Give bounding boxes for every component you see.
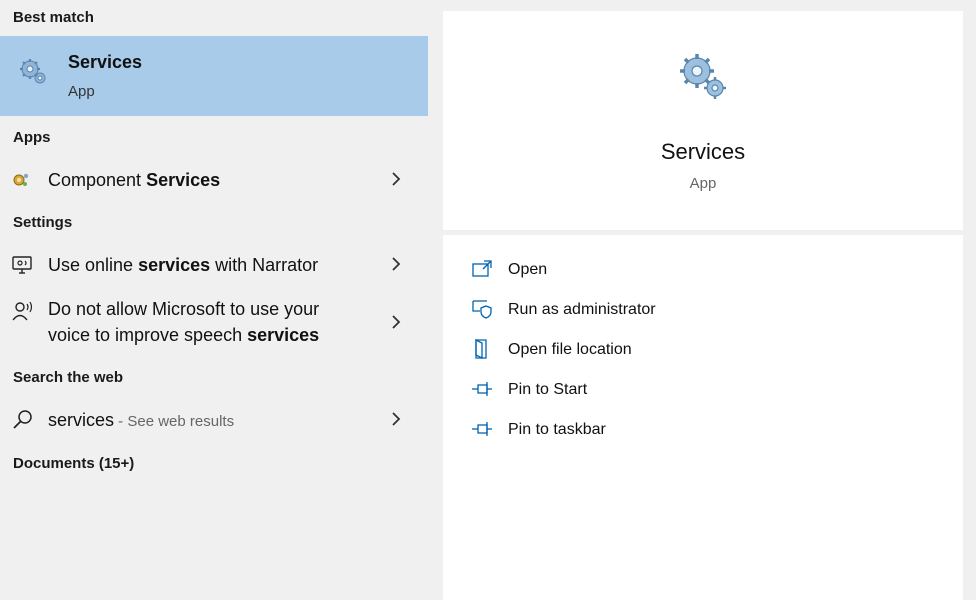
action-pin-to-start[interactable]: Pin to Start	[471, 375, 951, 405]
best-match-item[interactable]: Services App	[0, 36, 428, 116]
list-item-narrator-setting[interactable]: Use online services with Narrator	[0, 249, 428, 281]
action-open[interactable]: Open	[471, 255, 951, 285]
search-flyout: Best match Services App Apps Component S…	[0, 0, 976, 600]
speech-person-icon	[12, 301, 33, 321]
preview-subtitle: App	[689, 175, 717, 192]
results-pane: Best match Services App Apps Component S…	[0, 0, 428, 600]
list-item-speech-setting[interactable]: Do not allow Microsoft to use your voice…	[0, 294, 428, 350]
preview-actions: Open Run as administrator Open file loca…	[443, 235, 963, 600]
pin-icon	[472, 382, 492, 396]
action-open-file-location[interactable]: Open file location	[471, 335, 951, 365]
search-web-header: Search the web	[13, 369, 124, 386]
action-pin-to-taskbar[interactable]: Pin to taskbar	[471, 415, 951, 445]
chevron-right-icon	[392, 412, 401, 426]
preview-title: Services	[660, 139, 746, 164]
preview-header: Services App	[443, 11, 963, 230]
action-label: Open file location	[508, 341, 632, 358]
open-icon	[472, 260, 492, 277]
pin-icon	[472, 422, 492, 436]
file-location-icon	[475, 339, 487, 359]
chevron-right-icon	[392, 257, 401, 271]
documents-header[interactable]: Documents (15+)	[13, 455, 134, 472]
settings-header: Settings	[13, 214, 73, 231]
monitor-narrator-icon	[12, 256, 32, 274]
chevron-right-icon	[392, 315, 401, 329]
action-label: Run as administrator	[508, 301, 656, 318]
best-match-subtitle: App	[68, 83, 95, 100]
list-item-label: Component Services	[48, 170, 221, 190]
chevron-right-icon	[392, 172, 401, 186]
list-item-label: Do not allow Microsoft to use your voice…	[48, 299, 320, 345]
search-icon	[13, 410, 32, 429]
action-label: Open	[508, 261, 548, 278]
list-item-label: services - See web results	[48, 410, 235, 430]
list-item-component-services[interactable]: Component Services	[0, 164, 428, 196]
action-label: Pin to taskbar	[508, 421, 606, 438]
apps-header: Apps	[13, 129, 51, 146]
list-item-label: Use online services with Narrator	[48, 255, 319, 275]
component-services-icon	[13, 173, 29, 186]
best-match-title: Services	[68, 52, 143, 72]
list-item-web-search[interactable]: services - See web results	[0, 404, 428, 436]
services-gears-icon	[680, 54, 726, 99]
run-as-admin-icon	[472, 300, 492, 319]
services-gears-icon	[20, 59, 46, 84]
best-match-header: Best match	[13, 9, 94, 26]
action-run-as-admin[interactable]: Run as administrator	[471, 295, 951, 325]
action-label: Pin to Start	[508, 381, 588, 398]
